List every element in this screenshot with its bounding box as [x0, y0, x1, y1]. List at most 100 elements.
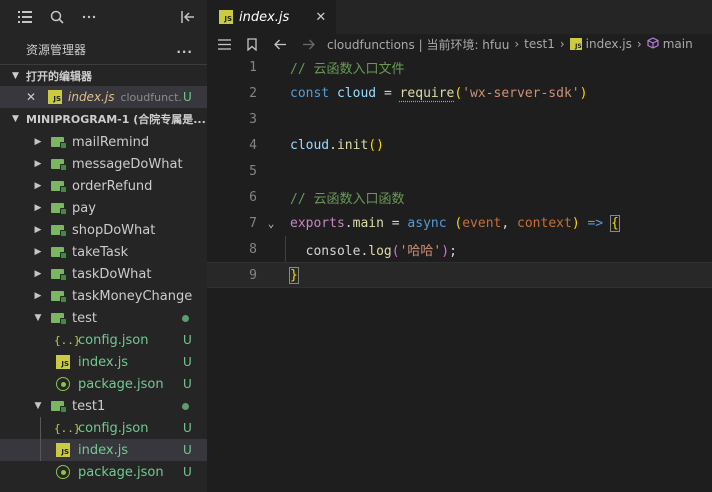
- tree-item-label: messageDoWhat: [72, 156, 183, 172]
- tree-folder-pay[interactable]: ▶ pay: [0, 197, 207, 219]
- code-text: // 云函数入口文件: [290, 61, 405, 77]
- indent-guide: [40, 417, 41, 461]
- line-number: 8: [249, 241, 257, 257]
- code-line[interactable]: 1 // 云函数入口文件: [207, 54, 712, 80]
- close-icon[interactable]: ✕: [315, 10, 326, 25]
- more-actions-icon[interactable]: [78, 6, 100, 28]
- open-editor-directory: cloudfunct...: [120, 90, 183, 104]
- sidebar-toolbar: [0, 0, 207, 34]
- tree-file-package-json[interactable]: package.json U: [0, 461, 207, 483]
- code-line[interactable]: 3: [207, 106, 712, 132]
- modified-dot: [182, 314, 189, 322]
- tree-folder-test1[interactable]: ▼ test1: [0, 395, 207, 417]
- open-editor-filename: index.js: [68, 90, 115, 104]
- folder-icon: [50, 136, 67, 149]
- js-file-icon: JS: [56, 443, 70, 457]
- tree-item-label: taskDoWhat: [72, 266, 152, 282]
- untracked-badge: U: [183, 465, 192, 479]
- untracked-badge: U: [183, 355, 192, 369]
- tree-folder-mailRemind[interactable]: ▶ mailRemind: [0, 131, 207, 153]
- fold-chevron-icon[interactable]: ⌄: [263, 217, 279, 230]
- code-line[interactable]: 4 cloud.init(): [207, 132, 712, 158]
- tree-item-label: config.json: [78, 332, 149, 348]
- line-number: 7: [249, 215, 257, 231]
- tree-file-config-json[interactable]: {..} config.json U: [0, 329, 207, 351]
- breadcrumb-segment[interactable]: main: [663, 37, 693, 51]
- tree-file-index-js-selected[interactable]: JS index.js U: [0, 439, 207, 461]
- tree-folder-taskMoneyChange[interactable]: ▶ taskMoneyChange: [0, 285, 207, 307]
- code-line[interactable]: 2 const cloud = require('wx-server-sdk'): [207, 80, 712, 106]
- tree-item-label: pay: [72, 200, 96, 216]
- folder-open-icon: [50, 312, 67, 325]
- npm-package-icon: [56, 377, 70, 391]
- tree-item-label: config.json: [78, 420, 149, 436]
- chevron-down-icon: ▼: [12, 114, 19, 124]
- breadcrumb-segment[interactable]: cloudfunctions | 当前环境: hfuu: [327, 36, 509, 53]
- tree-item-label: taskMoneyChange: [72, 288, 193, 304]
- code-line[interactable]: 8 console.log('哈哈');: [207, 236, 712, 262]
- collapse-panel-icon[interactable]: [177, 6, 199, 28]
- breadcrumb-segment[interactable]: index.js: [586, 37, 632, 51]
- arrow-right-icon[interactable]: [299, 39, 317, 50]
- chevron-right-icon: ▶: [34, 159, 42, 169]
- tree-folder-shopDoWhat[interactable]: ▶ shopDoWhat: [0, 219, 207, 241]
- list-icon[interactable]: [14, 6, 36, 28]
- tree-file-config-json[interactable]: {..} config.json U: [0, 417, 207, 439]
- folder-icon: [50, 202, 67, 215]
- file-tree: ▶ mailRemind ▶ messageDoWhat ▶ orderRefu…: [0, 131, 207, 483]
- tree-folder-messageDoWhat[interactable]: ▶ messageDoWhat: [0, 153, 207, 175]
- explorer-more-button[interactable]: ...: [176, 42, 193, 56]
- chevron-down-icon: ▼: [12, 70, 19, 81]
- chevron-down-icon: ▼: [34, 401, 42, 411]
- tree-item-label: orderRefund: [72, 178, 153, 194]
- untracked-badge: U: [183, 377, 192, 391]
- editor-pane: JS index.js ✕ cloudfunctions | 当前环境: hfu…: [207, 0, 712, 492]
- js-file-icon: JS: [219, 10, 233, 24]
- indent-guide: [285, 236, 286, 262]
- js-file-icon: JS: [569, 38, 582, 50]
- code-line[interactable]: 7 ⌄ exports.main = async (event, context…: [207, 210, 712, 236]
- code-line[interactable]: 6 // 云函数入口函数: [207, 184, 712, 210]
- folder-icon: [50, 224, 67, 237]
- workspace-title: MINIPROGRAM-1 (合院专属是...: [26, 113, 206, 126]
- arrow-left-icon[interactable]: [271, 39, 289, 50]
- code-line-current[interactable]: 9 }: [207, 262, 712, 288]
- code-text: const cloud = require('wx-server-sdk'): [290, 85, 588, 101]
- untracked-badge: U: [183, 333, 192, 347]
- tree-folder-orderRefund[interactable]: ▶ orderRefund: [0, 175, 207, 197]
- tree-folder-taskDoWhat[interactable]: ▶ taskDoWhat: [0, 263, 207, 285]
- tree-item-label: index.js: [78, 354, 129, 370]
- open-editor-item[interactable]: ✕ JS index.js cloudfunct... U: [0, 86, 207, 108]
- open-editors-header[interactable]: ▼ 打开的编辑器: [0, 64, 207, 86]
- list-icon[interactable]: [215, 38, 233, 50]
- untracked-badge: U: [183, 90, 192, 104]
- breadcrumb-separator: ›: [559, 37, 565, 51]
- folder-icon: [50, 268, 67, 281]
- tree-folder-test[interactable]: ▼ test: [0, 307, 207, 329]
- bookmark-icon[interactable]: [243, 37, 261, 51]
- tab-index-js[interactable]: JS index.js ✕: [207, 0, 338, 34]
- json-file-icon: {..}: [54, 333, 81, 347]
- code-line[interactable]: 5: [207, 158, 712, 184]
- breadcrumb-segment[interactable]: test1: [524, 37, 555, 51]
- code-area[interactable]: 1 // 云函数入口文件 2 const cloud = require('wx…: [207, 54, 712, 288]
- folder-icon: [50, 246, 67, 259]
- tree-file-index-js[interactable]: JS index.js U: [0, 351, 207, 373]
- tree-file-package-json[interactable]: package.json U: [0, 373, 207, 395]
- line-number: 1: [249, 59, 257, 75]
- chevron-right-icon: ▶: [34, 137, 42, 147]
- close-icon[interactable]: ✕: [26, 90, 40, 104]
- modified-dot: [182, 402, 189, 410]
- tree-item-label: takeTask: [72, 244, 129, 260]
- code-text: cloud.init(): [290, 137, 384, 153]
- code-text: // 云函数入口函数: [290, 191, 405, 207]
- line-number: 6: [249, 189, 257, 205]
- untracked-badge: U: [183, 421, 192, 435]
- search-icon[interactable]: [46, 6, 68, 28]
- line-number: 9: [249, 267, 257, 283]
- tree-item-label: index.js: [78, 442, 129, 458]
- tree-folder-takeTask[interactable]: ▶ takeTask: [0, 241, 207, 263]
- chevron-right-icon: ▶: [34, 247, 42, 257]
- folder-open-icon: [50, 400, 67, 413]
- workspace-header[interactable]: ▼ MINIPROGRAM-1 (合院专属是...: [0, 108, 207, 130]
